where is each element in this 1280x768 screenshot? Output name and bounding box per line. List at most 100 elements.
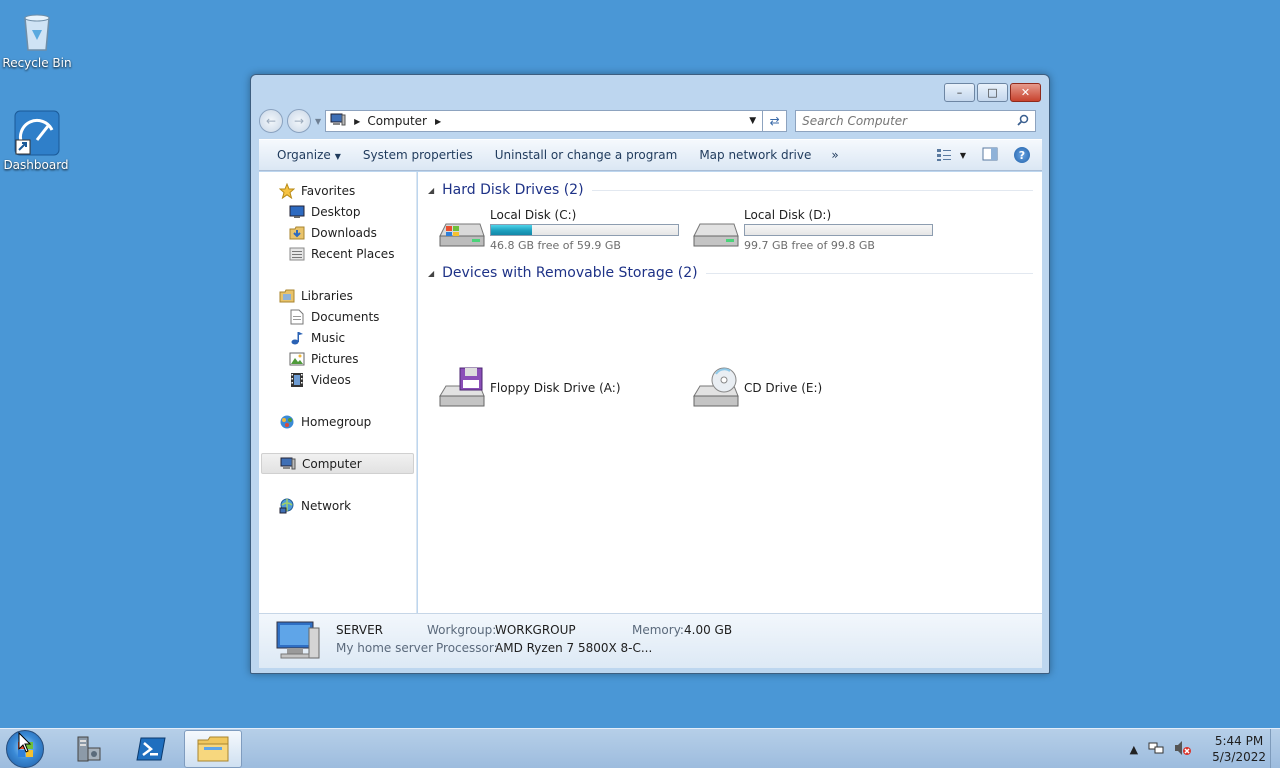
refresh-button[interactable]: ⇄ <box>763 110 788 132</box>
windows-drive-icon <box>436 208 486 252</box>
computer-small-icon <box>330 113 346 130</box>
details-pane: SERVER My home server Workgroup: WORKGRO… <box>259 613 1042 668</box>
chevron-down-icon: ▼ <box>334 152 341 161</box>
removable-storage-header[interactable]: ◢ Devices with Removable Storage (2) <box>428 265 1033 281</box>
nav-videos[interactable]: Videos <box>259 369 416 390</box>
hard-drive-icon <box>690 208 740 252</box>
more-commands-button[interactable]: » <box>825 144 844 166</box>
minimize-icon: – <box>956 86 963 99</box>
powershell-icon <box>136 737 166 761</box>
breadcrumb-computer[interactable]: Computer <box>367 114 427 128</box>
navigation-bar: ← → ▼ ▶ Computer ▶ ▼ ⇄ <box>259 108 1041 134</box>
server-manager-icon <box>77 736 101 762</box>
show-hidden-icons-button[interactable]: ▲ <box>1130 743 1138 756</box>
volume-muted-icon[interactable] <box>1174 740 1192 759</box>
drive-c-name: Local Disk (C:) <box>490 208 577 222</box>
drive-c-usage-fill <box>491 225 533 235</box>
workgroup-value: WORKGROUP <box>495 623 576 637</box>
folder-icon <box>197 736 229 762</box>
music-note-icon <box>289 330 305 346</box>
collapse-triangle-icon[interactable]: ◢ <box>428 269 434 278</box>
computer-name: SERVER <box>336 623 384 637</box>
back-arrow-icon: ← <box>265 114 277 128</box>
preview-pane-button[interactable] <box>982 147 998 164</box>
drive-a[interactable]: Floppy Disk Drive (A:) <box>436 366 621 410</box>
downloads-folder-icon <box>289 225 305 241</box>
map-network-drive-button[interactable]: Map network drive <box>691 144 819 166</box>
clock[interactable]: 5:44 PM 5/3/2022 <box>1212 733 1266 765</box>
change-view-button[interactable]: ▼ <box>936 148 966 162</box>
libraries-icon <box>279 288 295 304</box>
recycle-bin-icon <box>15 8 59 52</box>
uninstall-program-button[interactable]: Uninstall or change a program <box>487 144 686 166</box>
clock-date: 5/3/2022 <box>1212 750 1266 764</box>
collapse-triangle-icon[interactable]: ◢ <box>428 186 434 195</box>
taskbar: ▲ 5:44 PM 5/3/2022 <box>0 728 1280 768</box>
processor-label: Processor: <box>436 641 498 655</box>
nav-homegroup[interactable]: Homegroup <box>259 411 416 432</box>
nav-libraries[interactable]: Libraries <box>259 285 416 306</box>
system-properties-button[interactable]: System properties <box>355 144 481 166</box>
nav-computer[interactable]: Computer <box>261 453 414 474</box>
back-button[interactable]: ← <box>259 109 283 133</box>
mouse-cursor-icon <box>18 732 32 753</box>
minimize-button[interactable]: – <box>944 83 975 102</box>
help-icon[interactable]: ? <box>1014 147 1030 163</box>
organize-button[interactable]: Organize ▼ <box>269 144 349 166</box>
recent-places-icon <box>289 246 305 262</box>
hard-disk-drives-header[interactable]: ◢ Hard Disk Drives (2) <box>428 182 1033 198</box>
drive-c[interactable]: Local Disk (C:) 46.8 GB free of 59.9 GB <box>436 208 679 252</box>
nav-downloads[interactable]: Downloads <box>259 222 416 243</box>
drive-e-name: CD Drive (E:) <box>744 381 823 395</box>
taskbar-powershell[interactable] <box>122 730 180 768</box>
nav-favorites[interactable]: Favorites <box>259 180 416 201</box>
drive-d-name: Local Disk (D:) <box>744 208 832 222</box>
window-controls: – □ ✕ <box>944 83 1041 102</box>
nav-recent-places[interactable]: Recent Places <box>259 243 416 264</box>
nav-pictures[interactable]: Pictures <box>259 348 416 369</box>
computer-large-icon <box>275 620 321 662</box>
film-icon <box>289 372 305 388</box>
drive-d[interactable]: Local Disk (D:) 99.7 GB free of 99.8 GB <box>690 208 933 252</box>
drive-c-free: 46.8 GB free of 59.9 GB <box>490 239 621 252</box>
drive-e[interactable]: CD Drive (E:) <box>690 366 822 410</box>
forward-button[interactable]: → <box>287 109 311 133</box>
nav-network[interactable]: Network <box>259 495 416 516</box>
search-icon[interactable] <box>1017 114 1029 129</box>
show-desktop-button[interactable] <box>1270 729 1280 768</box>
close-icon: ✕ <box>1020 86 1031 99</box>
nav-music[interactable]: Music <box>259 327 416 348</box>
maximize-icon: □ <box>987 86 998 99</box>
nav-desktop[interactable]: Desktop <box>259 201 416 222</box>
maximize-button[interactable]: □ <box>977 83 1008 102</box>
desktop-icon <box>289 204 305 220</box>
system-tray: ▲ 5:44 PM 5/3/2022 <box>1120 729 1266 768</box>
content-area: ◢ Hard Disk Drives (2) Local Disk (C:) 4… <box>418 172 1042 613</box>
taskbar-file-explorer[interactable] <box>184 730 242 768</box>
nav-documents[interactable]: Documents <box>259 306 416 327</box>
address-bar[interactable]: ▶ Computer ▶ ▼ <box>325 110 764 132</box>
workgroup-label: Workgroup: <box>427 623 497 637</box>
desktop-icon-recycle-bin[interactable]: Recycle Bin <box>1 8 73 70</box>
search-input[interactable] <box>802 114 1018 128</box>
breadcrumb-arrow-icon[interactable]: ▶ <box>435 117 441 126</box>
breadcrumb-arrow-icon[interactable]: ▶ <box>354 117 360 126</box>
network-icon <box>279 498 295 514</box>
recent-pages-dropdown[interactable]: ▼ <box>315 117 321 126</box>
desktop-icon-dashboard[interactable]: Dashboard <box>0 110 72 172</box>
drive-d-usage-bar <box>744 224 933 236</box>
computer-description: My home server <box>336 641 434 655</box>
drive-a-name: Floppy Disk Drive (A:) <box>490 381 621 395</box>
close-button[interactable]: ✕ <box>1010 83 1041 102</box>
address-dropdown-icon[interactable]: ▼ <box>749 116 756 126</box>
preview-pane-icon <box>982 147 998 160</box>
search-box[interactable] <box>795 110 1037 132</box>
taskbar-server-manager[interactable] <box>60 730 118 768</box>
drive-c-usage-bar <box>490 224 679 236</box>
star-icon <box>279 182 295 199</box>
drive-d-free: 99.7 GB free of 99.8 GB <box>744 239 875 252</box>
memory-label: Memory: <box>632 623 684 637</box>
forward-arrow-icon: → <box>293 114 305 128</box>
memory-value: 4.00 GB <box>684 623 733 637</box>
network-tray-icon[interactable] <box>1148 740 1164 759</box>
